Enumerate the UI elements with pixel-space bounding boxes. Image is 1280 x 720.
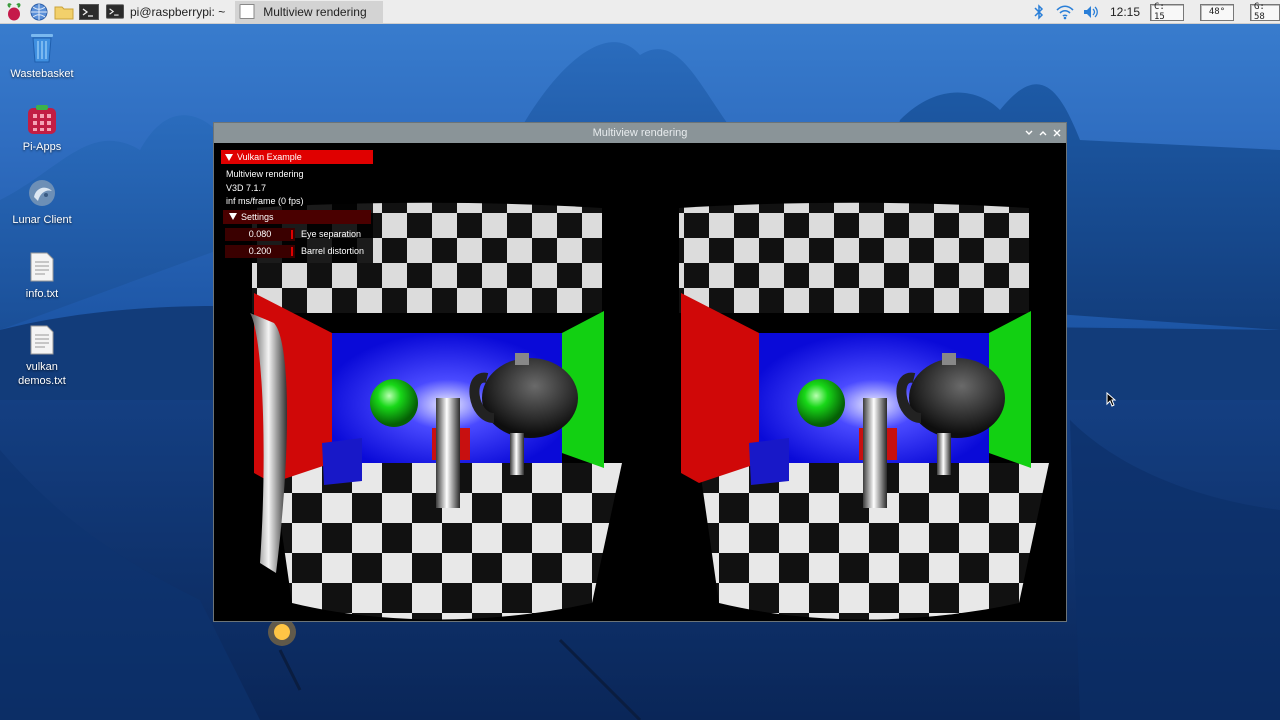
chevron-up-icon (1039, 131, 1047, 136)
overlay-line: V3D 7.1.7 (226, 182, 267, 193)
desktop-icon-pi-apps[interactable]: Pi-Apps (1, 103, 83, 154)
window-icon (239, 4, 255, 19)
collapse-triangle-icon (225, 153, 233, 161)
task-label: Multiview rendering (263, 4, 367, 19)
task-terminal[interactable]: pi@raspberrypi: ~ (102, 1, 233, 23)
text-file-icon (25, 323, 59, 357)
overlay-line: inf ms/frame (0 fps) (226, 196, 304, 206)
overlay-title: Vulkan Example (237, 152, 302, 162)
mouse-cursor-icon (1106, 392, 1116, 407)
desktop-icon-label: Lunar Client (12, 214, 72, 226)
desktop-icon-label: Wastebasket (10, 68, 74, 80)
text-file-icon (25, 250, 59, 284)
chevron-down-icon (1025, 130, 1033, 135)
volume-icon[interactable] (1080, 1, 1102, 23)
setting-row-barrel-distortion: 0.200 Barrel distortion (221, 243, 373, 260)
setting-label: Eye separation (301, 229, 362, 239)
overlay-header[interactable]: Vulkan Example (221, 150, 373, 164)
temperature-monitor[interactable]: 48° (1200, 3, 1234, 21)
task-multiview[interactable]: Multiview rendering (235, 0, 384, 23)
window-title: Multiview rendering (592, 127, 688, 139)
cpu-monitor[interactable]: C: 15 (1150, 2, 1184, 22)
desktop-icon-lunar-client[interactable]: Lunar Client (1, 176, 83, 227)
desktop-icon-vulkan-demos-txt[interactable]: vulkan demos.txt (1, 323, 83, 388)
settings-header[interactable]: Settings (223, 209, 371, 224)
task-label: pi@raspberrypi: ~ (130, 4, 226, 19)
desktop-icon-label: vulkan demos.txt (18, 361, 66, 387)
terminal-icon (106, 4, 124, 19)
pi-apps-icon (25, 103, 59, 137)
app-window[interactable]: Multiview rendering Vulkan Example Multi… (213, 122, 1067, 622)
minimize-button[interactable] (1022, 125, 1036, 141)
window-titlebar[interactable]: Multiview rendering (214, 123, 1066, 143)
left-eye-view (250, 203, 622, 620)
desktop-icon-wastebasket[interactable]: Wastebasket (1, 30, 83, 81)
wifi-icon[interactable] (1054, 1, 1076, 23)
close-icon (1053, 129, 1061, 137)
desktop-icon-label: info.txt (25, 288, 59, 300)
clock[interactable]: 12:15 (1110, 5, 1140, 19)
settings-title: Settings (241, 211, 274, 222)
setting-label: Barrel distortion (301, 246, 365, 256)
close-button[interactable] (1050, 125, 1064, 141)
top-panel: pi@raspberrypi: ~ Multiview rendering 12… (0, 0, 1280, 24)
terminal-icon[interactable] (78, 1, 100, 23)
desktop-icon-label: Pi-Apps (22, 141, 62, 153)
lunar-client-icon (25, 176, 59, 210)
right-eye-view (679, 203, 1049, 620)
collapse-triangle-icon (229, 213, 237, 220)
render-viewport[interactable]: Vulkan Example Multiview rendering V3D 7… (214, 143, 1066, 621)
bluetooth-icon[interactable] (1028, 1, 1050, 23)
trash-icon (25, 30, 59, 64)
gpu-monitor[interactable]: G: 58 (1250, 2, 1280, 22)
settings-overlay[interactable]: Vulkan Example Multiview rendering V3D 7… (221, 150, 373, 263)
web-browser-icon[interactable] (28, 1, 50, 23)
barrel-distortion-slider[interactable]: 0.200 (225, 244, 295, 258)
setting-row-eye-separation: 0.080 Eye separation (221, 226, 373, 243)
desktop-icon-info-txt[interactable]: info.txt (1, 250, 83, 301)
eye-separation-slider[interactable]: 0.080 (225, 227, 295, 241)
maximize-button[interactable] (1036, 125, 1050, 141)
file-manager-icon[interactable] (53, 1, 75, 23)
system-tray: 12:15 C: 15 48° G: 58 (1028, 0, 1280, 24)
raspberry-menu-icon[interactable] (3, 1, 25, 23)
overlay-line: Multiview rendering (226, 169, 304, 179)
